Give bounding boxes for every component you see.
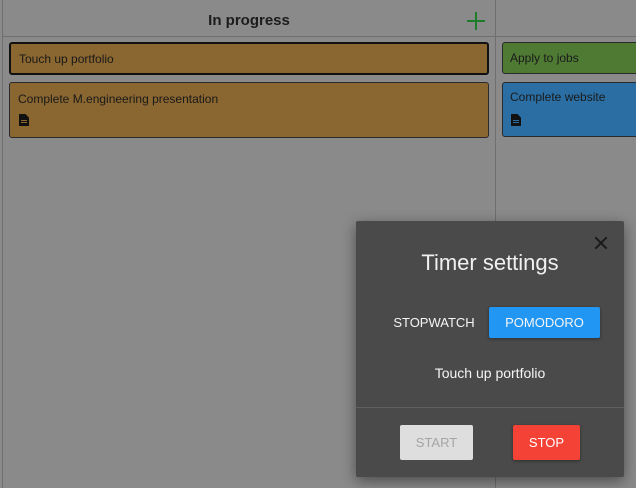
task-card-title: Complete website — [510, 90, 606, 104]
pomodoro-mode-button[interactable]: POMODORO — [489, 307, 600, 338]
plus-icon[interactable] — [465, 10, 487, 32]
stopwatch-mode-button[interactable]: STOPWATCH — [388, 307, 480, 338]
column-header-in-progress: In progress — [3, 6, 495, 37]
dialog-title: Timer settings — [421, 250, 559, 275]
dialog-divider — [356, 407, 624, 408]
column-header-next — [496, 6, 636, 37]
task-card-touch-up-portfolio[interactable]: Touch up portfolio — [9, 42, 489, 75]
column-title: In progress — [208, 12, 290, 29]
document-icon — [19, 114, 29, 126]
document-icon — [511, 114, 521, 126]
start-button[interactable]: START — [400, 425, 473, 460]
column-border — [2, 0, 3, 488]
stop-button[interactable]: STOP — [513, 425, 580, 460]
task-card-apply-to-jobs[interactable]: Apply to jobs — [502, 42, 636, 74]
task-card-title: Touch up portfolio — [19, 52, 114, 66]
timer-settings-dialog: Timer settings STOPWATCH POMODORO Touch … — [356, 221, 624, 477]
task-card-m-engineering-presentation[interactable]: Complete M.engineering presentation — [9, 82, 489, 138]
task-card-title: Apply to jobs — [510, 51, 579, 65]
task-card-title: Complete M.engineering presentation — [18, 92, 219, 106]
task-card-complete-website[interactable]: Complete website — [502, 82, 636, 137]
timer-task-name: Touch up portfolio — [434, 365, 546, 381]
